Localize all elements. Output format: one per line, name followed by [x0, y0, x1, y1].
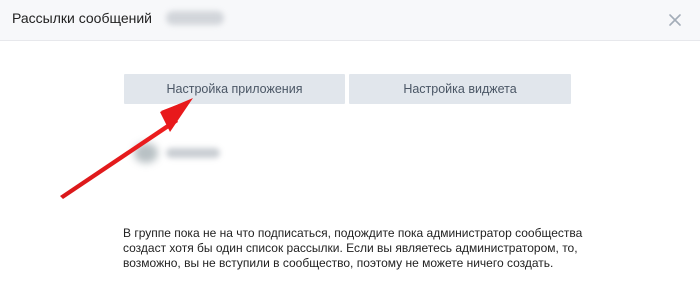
- community-avatar-redacted: [134, 143, 158, 163]
- message-line: создаст хотя бы один список рассылки. Ес…: [123, 241, 578, 255]
- dialog-header: Рассылки сообщений: [0, 0, 700, 41]
- close-icon: [669, 14, 681, 26]
- empty-state-message: В группе пока не на что подписаться, под…: [123, 226, 593, 271]
- message-line: В группе пока не на что подписаться, под…: [123, 226, 583, 240]
- community-name-redacted: [166, 11, 224, 25]
- community-label-redacted: [166, 148, 220, 158]
- widget-settings-button[interactable]: Настройка виджета: [349, 74, 571, 104]
- close-button[interactable]: [664, 9, 686, 31]
- dialog-title: Рассылки сообщений: [12, 10, 152, 26]
- app-settings-button[interactable]: Настройка приложения: [124, 74, 345, 104]
- messages-dialog: Рассылки сообщений Настройка приложения …: [0, 0, 700, 307]
- message-line: возможно, вы не вступили в сообщество, п…: [123, 256, 554, 270]
